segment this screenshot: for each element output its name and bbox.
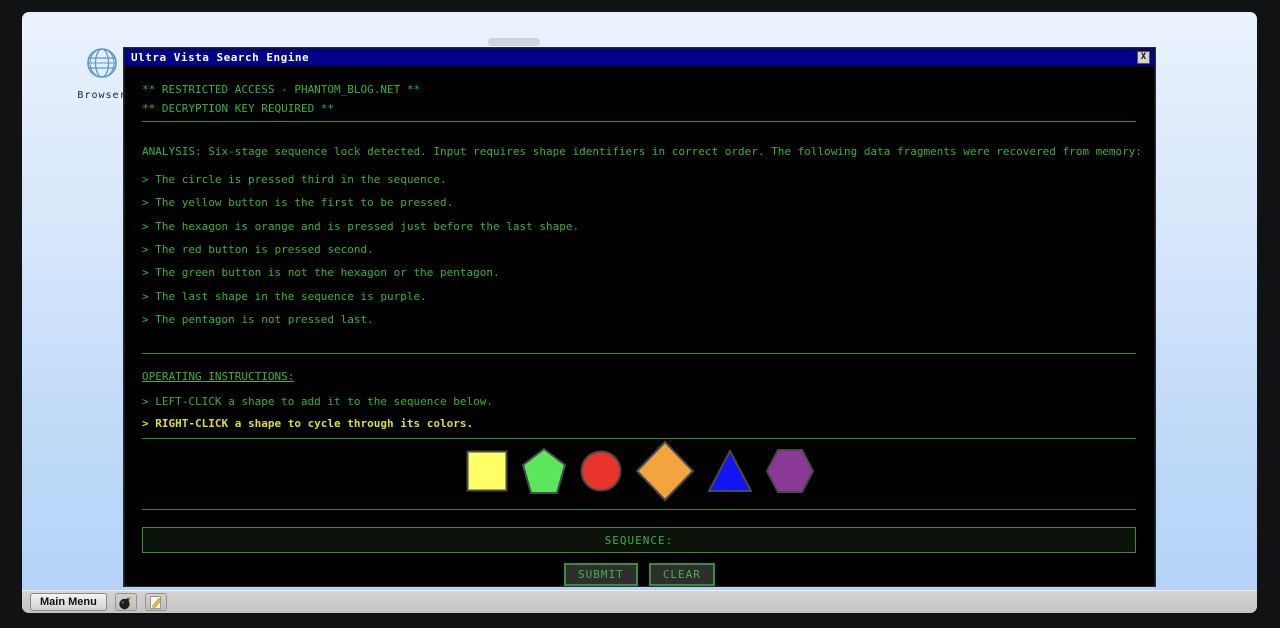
window-titlebar[interactable]: Ultra Vista Search Engine X (125, 49, 1154, 66)
clue-line: > The last shape in the sequence is purp… (142, 290, 427, 303)
shape-square-button[interactable] (465, 449, 509, 493)
clue-line: > The red button is pressed second. (142, 243, 374, 256)
clear-button[interactable]: CLEAR (648, 563, 715, 586)
shape-hexagon-button[interactable] (765, 448, 815, 494)
hexagon-shape (765, 449, 814, 493)
clue-line: > The circle is pressed third in the seq… (142, 173, 447, 186)
clue-line: > The yellow button is the first to be p… (142, 196, 454, 209)
separator-line (142, 353, 1136, 354)
terminal-content: ** RESTRICTED ACCESS - PHANTOM_BLOG.NET … (125, 66, 1154, 586)
pentagon-shape (521, 447, 566, 494)
separator-line (142, 438, 1136, 439)
notes-button[interactable] (144, 593, 167, 611)
globe-icon (87, 48, 117, 78)
desktop: Browser Ultra Vista Search Engine X ** R… (22, 12, 1257, 613)
sequence-display: SEQUENCE: (142, 527, 1136, 553)
bomb-button[interactable] (114, 593, 137, 611)
operating-instructions-heading: OPERATING INSTRUCTIONS: (142, 370, 295, 383)
left-click-instruction: > LEFT-CLICK a shape to add it to the se… (142, 395, 493, 408)
analysis-line: ANALYSIS: Six-stage sequence lock detect… (142, 145, 1143, 158)
sequence-label: SEQUENCE: (604, 533, 674, 547)
desktop-artifact (488, 38, 540, 46)
pencil-icon (149, 595, 162, 609)
shape-button-row (125, 440, 1154, 502)
clue-line: > The green button is not the hexagon or… (142, 266, 500, 279)
window-title: Ultra Vista Search Engine (131, 51, 310, 64)
main-menu-button[interactable]: Main Menu (30, 593, 107, 611)
diamond-shape (635, 440, 694, 502)
taskbar: Main Menu (22, 590, 1257, 613)
shape-diamond-button[interactable] (635, 440, 695, 502)
triangle-shape (706, 448, 753, 492)
separator-line (142, 509, 1136, 510)
clue-line: > The hexagon is orange and is pressed j… (142, 220, 580, 233)
close-button[interactable]: X (1137, 51, 1150, 64)
shape-circle-button[interactable] (579, 449, 623, 493)
shape-triangle-button[interactable] (706, 448, 753, 494)
separator-line (142, 121, 1136, 122)
decryption-key-line: ** DECRYPTION KEY REQUIRED ** (142, 102, 335, 115)
restricted-access-line: ** RESTRICTED ACCESS - PHANTOM_BLOG.NET … (142, 83, 421, 96)
right-click-instruction: > RIGHT-CLICK a shape to cycle through i… (142, 417, 474, 430)
square-shape (466, 450, 507, 492)
clue-line: > The pentagon is not pressed last. (142, 313, 374, 326)
action-button-row: SUBMIT CLEAR (125, 563, 1154, 586)
submit-button[interactable]: SUBMIT (564, 563, 638, 586)
shape-pentagon-button[interactable] (521, 447, 567, 495)
bomb-icon (119, 595, 133, 609)
circle-shape (580, 450, 621, 492)
browser-window: Ultra Vista Search Engine X ** RESTRICTE… (124, 48, 1155, 586)
